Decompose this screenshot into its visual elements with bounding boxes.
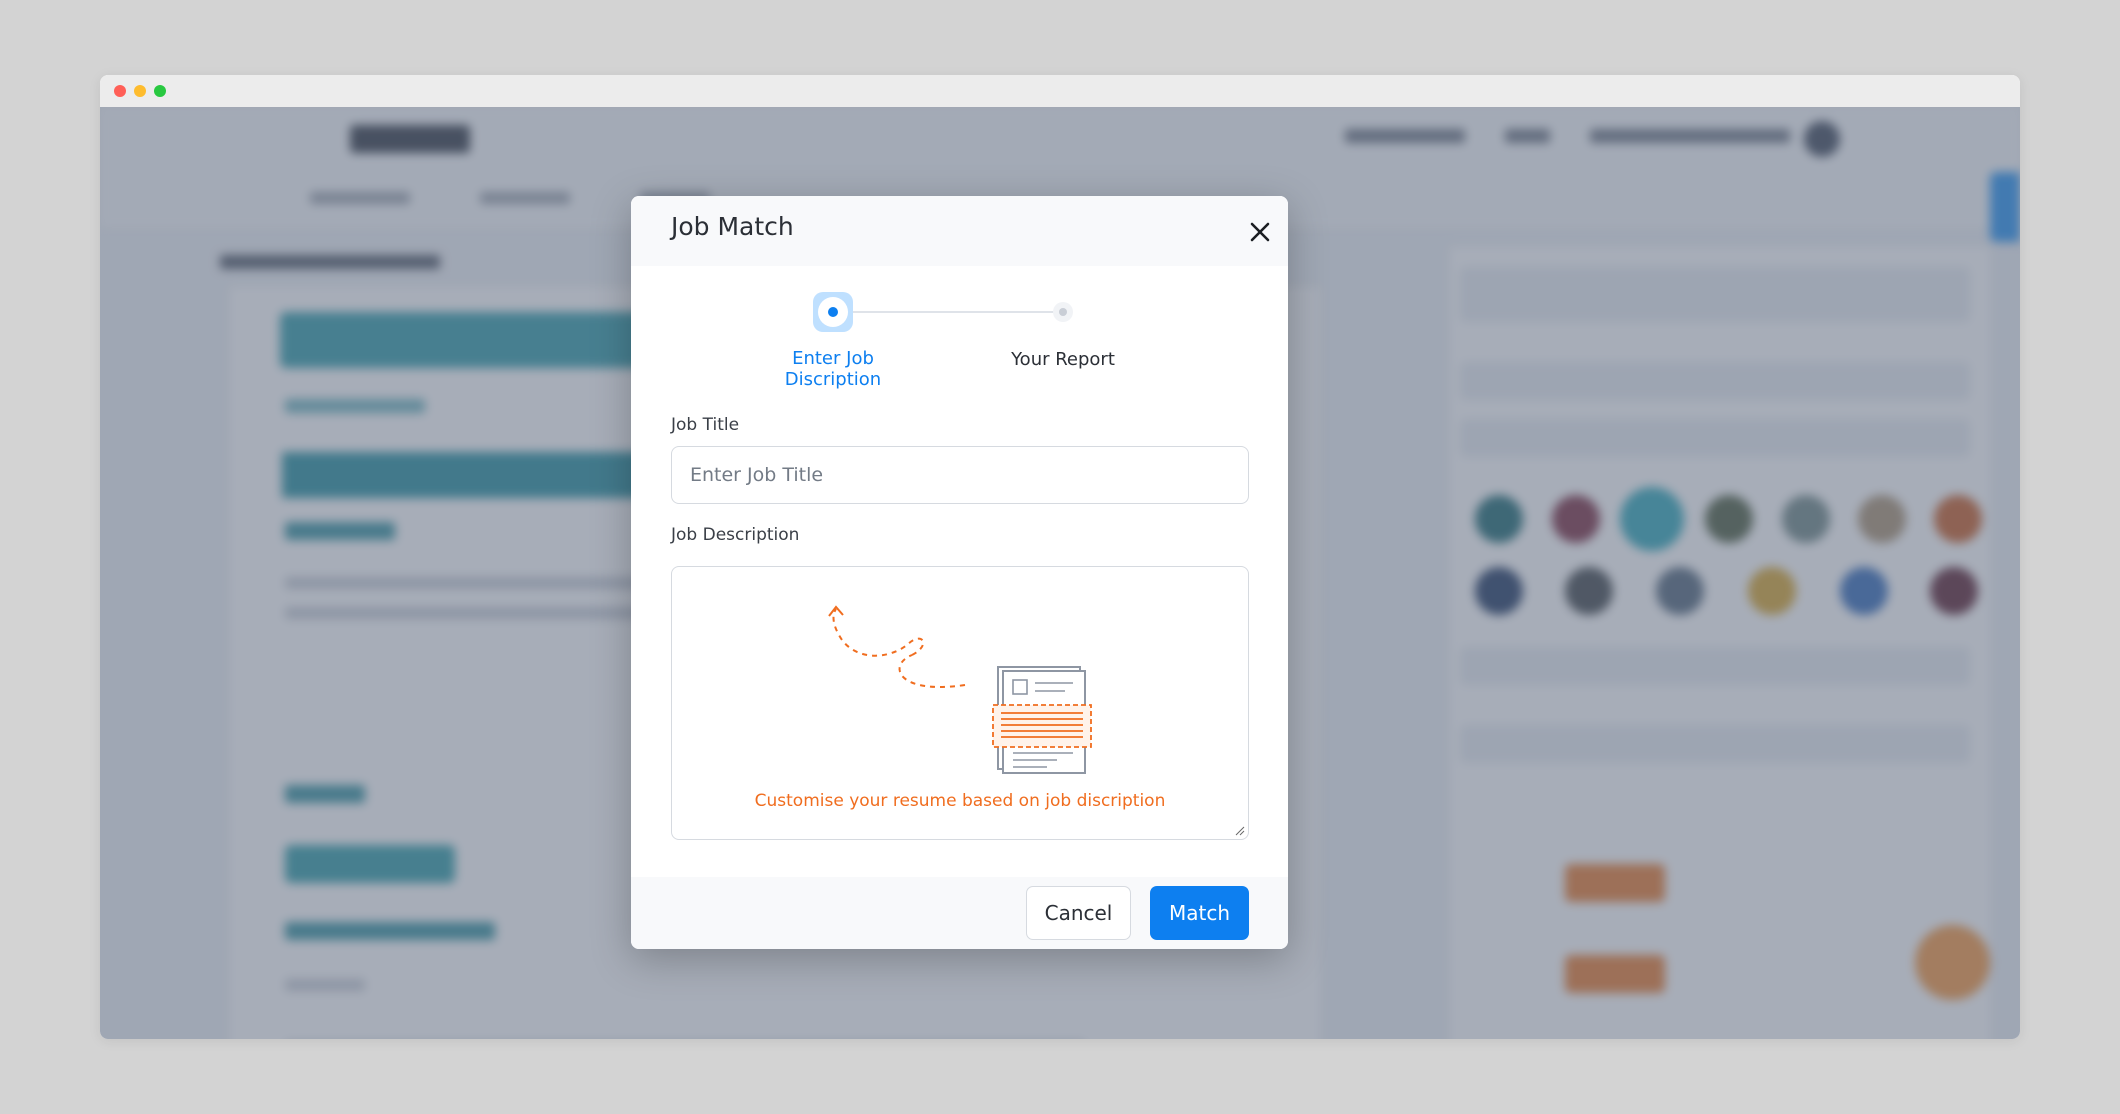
progress-stepper: Enter Job Discription Your Report (631, 266, 1288, 390)
resume-document-illustration (828, 605, 1092, 774)
match-button[interactable]: Match (1150, 886, 1249, 940)
window-titlebar (100, 75, 2020, 107)
close-window-dot[interactable] (114, 85, 126, 97)
minimize-window-dot[interactable] (134, 85, 146, 97)
stepper-connector (833, 311, 1061, 313)
resize-handle-icon[interactable] (1235, 826, 1245, 836)
close-button[interactable] (1242, 214, 1278, 250)
job-title-label: Job Title (671, 415, 740, 435)
maximize-window-dot[interactable] (154, 85, 166, 97)
step-1-indicator-active[interactable] (813, 292, 853, 332)
cancel-button[interactable]: Cancel (1026, 886, 1131, 940)
modal-header: Job Match (631, 196, 1288, 266)
job-title-input[interactable] (671, 446, 1249, 504)
job-description-label: Job Description (671, 525, 800, 545)
step-2-indicator[interactable] (1053, 302, 1073, 322)
close-icon (1250, 222, 1270, 242)
modal-title: Job Match (671, 212, 794, 241)
modal-footer: Cancel Match (631, 877, 1288, 949)
job-description-textarea[interactable]: Customise your resume based on job discr… (671, 566, 1249, 840)
job-description-hint: Customise your resume based on job discr… (754, 791, 1166, 811)
job-match-modal: Job Match Enter Job Discription Your Rep… (631, 196, 1288, 949)
step-1-label[interactable]: Enter Job Discription (743, 348, 923, 390)
step-2-label[interactable]: Your Report (983, 349, 1143, 370)
